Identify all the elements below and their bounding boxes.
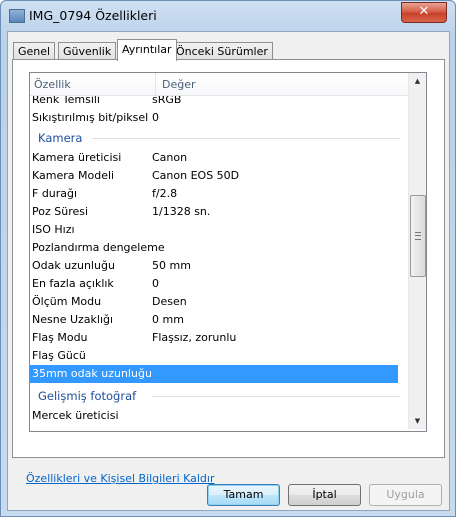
column-header-property[interactable]: Özellik	[34, 78, 71, 91]
column-header-value[interactable]: Değer	[162, 78, 196, 91]
property-name: F durağı	[32, 187, 78, 200]
properties-window: IMG_0794 Özellikleri ✕ Genel Güvenlik Ay…	[0, 0, 456, 517]
property-name: 35mm odak uzunluğu	[32, 367, 152, 380]
property-name: Odak uzunluğu	[32, 259, 115, 272]
property-name: Pozlandırma dengeleme	[32, 241, 165, 254]
tab-previous-versions[interactable]: Önceki Sürümler	[171, 42, 273, 60]
group-label: Kamera	[38, 131, 83, 145]
property-value: 1/1328 sn.	[152, 205, 211, 218]
dialog-client: Genel Güvenlik Ayrıntılar Önceki Sürümle…	[7, 31, 450, 511]
details-panel: Renk Temsili sRGB Sıkıştırılmış bit/piks…	[12, 59, 445, 458]
property-name: Ölçüm Modu	[32, 295, 102, 308]
property-value: f/2.8	[152, 187, 178, 200]
list-item[interactable]: Mercek üreticisi	[30, 407, 398, 425]
list-item[interactable]: Kamera üreticisi Canon	[30, 149, 398, 167]
property-value: 0	[152, 111, 159, 124]
list-item[interactable]: Poz Süresi 1/1328 sn.	[30, 203, 398, 221]
group-label: Gelişmiş fotoğraf	[38, 389, 137, 403]
tab-general[interactable]: Genel	[13, 42, 56, 60]
cancel-button[interactable]: İptal	[288, 484, 361, 506]
title-bar[interactable]: IMG_0794 Özellikleri ✕	[1, 1, 455, 31]
vertical-scrollbar[interactable]: ▲ ▼	[408, 73, 426, 429]
list-item[interactable]: Sıkıştırılmış bit/piksel 0	[30, 109, 398, 127]
list-item[interactable]: Pozlandırma dengeleme	[30, 239, 398, 257]
property-value: Desen	[152, 295, 187, 308]
property-list[interactable]: Renk Temsili sRGB Sıkıştırılmış bit/piks…	[29, 72, 427, 432]
scroll-down-arrow-icon[interactable]: ▼	[410, 413, 425, 429]
list-item[interactable]: Flaş Gücü	[30, 347, 398, 365]
property-value: Canon EOS 50D	[152, 169, 240, 182]
property-value: Flaşsız, zorunlu	[152, 331, 237, 344]
list-item[interactable]: Odak uzunluğu 50 mm	[30, 257, 398, 275]
list-item[interactable]: Flaş Modu Flaşsız, zorunlu	[30, 329, 398, 347]
tab-details[interactable]: Ayrıntılar	[117, 39, 177, 61]
tab-security[interactable]: Güvenlik	[58, 42, 117, 60]
list-item[interactable]: Ölçüm Modu Desen	[30, 293, 398, 311]
property-name: Flaş Gücü	[32, 349, 86, 362]
window-title: IMG_0794 Özellikleri	[29, 8, 157, 23]
grip-icon	[415, 232, 421, 240]
property-name: Kamera Modeli	[32, 169, 115, 182]
image-file-icon	[9, 9, 25, 23]
column-header: Özellik Değer	[30, 73, 409, 96]
group-header-camera[interactable]: Kamera	[30, 129, 400, 147]
property-name: Kamera üreticisi	[32, 151, 122, 164]
property-value: 50 mm	[152, 259, 191, 272]
property-name: En fazla açıklık	[32, 277, 114, 290]
property-rows: Renk Temsili sRGB Sıkıştırılmış bit/piks…	[30, 73, 409, 429]
property-name: Mercek üreticisi	[32, 409, 119, 422]
group-divider	[152, 396, 400, 397]
scrollbar-thumb[interactable]	[410, 195, 426, 277]
list-item[interactable]: F durağı f/2.8	[30, 185, 398, 203]
list-item[interactable]: Nesne Uzaklığı 0 mm	[30, 311, 398, 329]
list-item[interactable]: Kamera Modeli Canon EOS 50D	[30, 167, 398, 185]
scroll-up-arrow-icon[interactable]: ▲	[410, 73, 425, 89]
property-name: Poz Süresi	[32, 205, 89, 218]
property-name: Sıkıştırılmış bit/piksel	[32, 111, 149, 124]
list-item-selected[interactable]: 35mm odak uzunluğu	[30, 365, 398, 383]
apply-button[interactable]: Uygula	[369, 484, 442, 506]
property-value: 0	[152, 277, 159, 290]
remove-properties-link[interactable]: Özellikleri ve Kişisel Bilgileri Kaldır	[26, 472, 215, 485]
group-divider	[92, 138, 400, 139]
property-name: Flaş Modu	[32, 331, 88, 344]
close-button[interactable]: ✕	[401, 2, 447, 23]
property-value: Canon	[152, 151, 188, 164]
list-item[interactable]: ISO Hızı	[30, 221, 398, 239]
property-name: Nesne Uzaklığı	[32, 313, 114, 326]
column-separator[interactable]	[155, 73, 156, 95]
group-header-advanced-photo[interactable]: Gelişmiş fotoğraf	[30, 387, 400, 405]
list-item[interactable]: En fazla açıklık 0	[30, 275, 398, 293]
property-value: 0 mm	[152, 313, 184, 326]
ok-button[interactable]: Tamam	[207, 484, 280, 506]
property-name: ISO Hızı	[32, 223, 75, 236]
